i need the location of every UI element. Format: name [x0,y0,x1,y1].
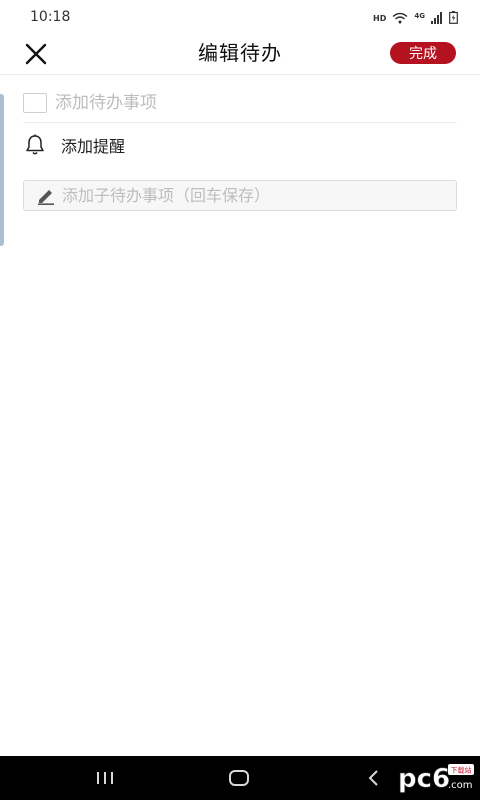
reminder-label: 添加提醒 [61,137,126,156]
recent-apps-button[interactable] [85,764,125,792]
bell-icon [26,134,44,155]
add-reminder-button[interactable]: 添加提醒 [23,129,457,161]
todo-checkbox[interactable] [23,93,47,113]
status-bar: 10:18 HD 4G [0,0,480,34]
edge-panel-handle[interactable] [0,94,4,246]
back-button[interactable] [354,764,394,792]
recent-apps-icon [97,772,113,784]
pc6-logo: pc6 下载站 .com [398,764,474,794]
home-icon [229,770,249,786]
pc6-watermark-logo: pc6 下载站 .com [396,758,476,796]
subtask-input[interactable] [62,186,442,205]
todo-input[interactable] [55,93,435,113]
done-button[interactable]: 完成 [390,42,456,64]
watermark-suffix: .com [448,780,473,791]
header: 编辑待办 完成 [0,34,480,75]
home-button[interactable] [219,764,259,792]
subtask-field[interactable] [23,180,457,211]
network-label: 4G [414,12,425,20]
battery-icon [449,11,458,24]
watermark-text: pc6 [398,764,450,794]
pencil-icon [38,189,54,205]
signal-icon [431,12,442,24]
hd-label: HD [373,14,387,23]
todo-row [23,84,457,123]
watermark-badge: 下载站 [451,766,472,775]
back-icon [368,770,378,786]
status-time: 10:18 [30,9,71,25]
wifi-icon [392,12,408,24]
status-icons: HD 4G [373,10,458,24]
